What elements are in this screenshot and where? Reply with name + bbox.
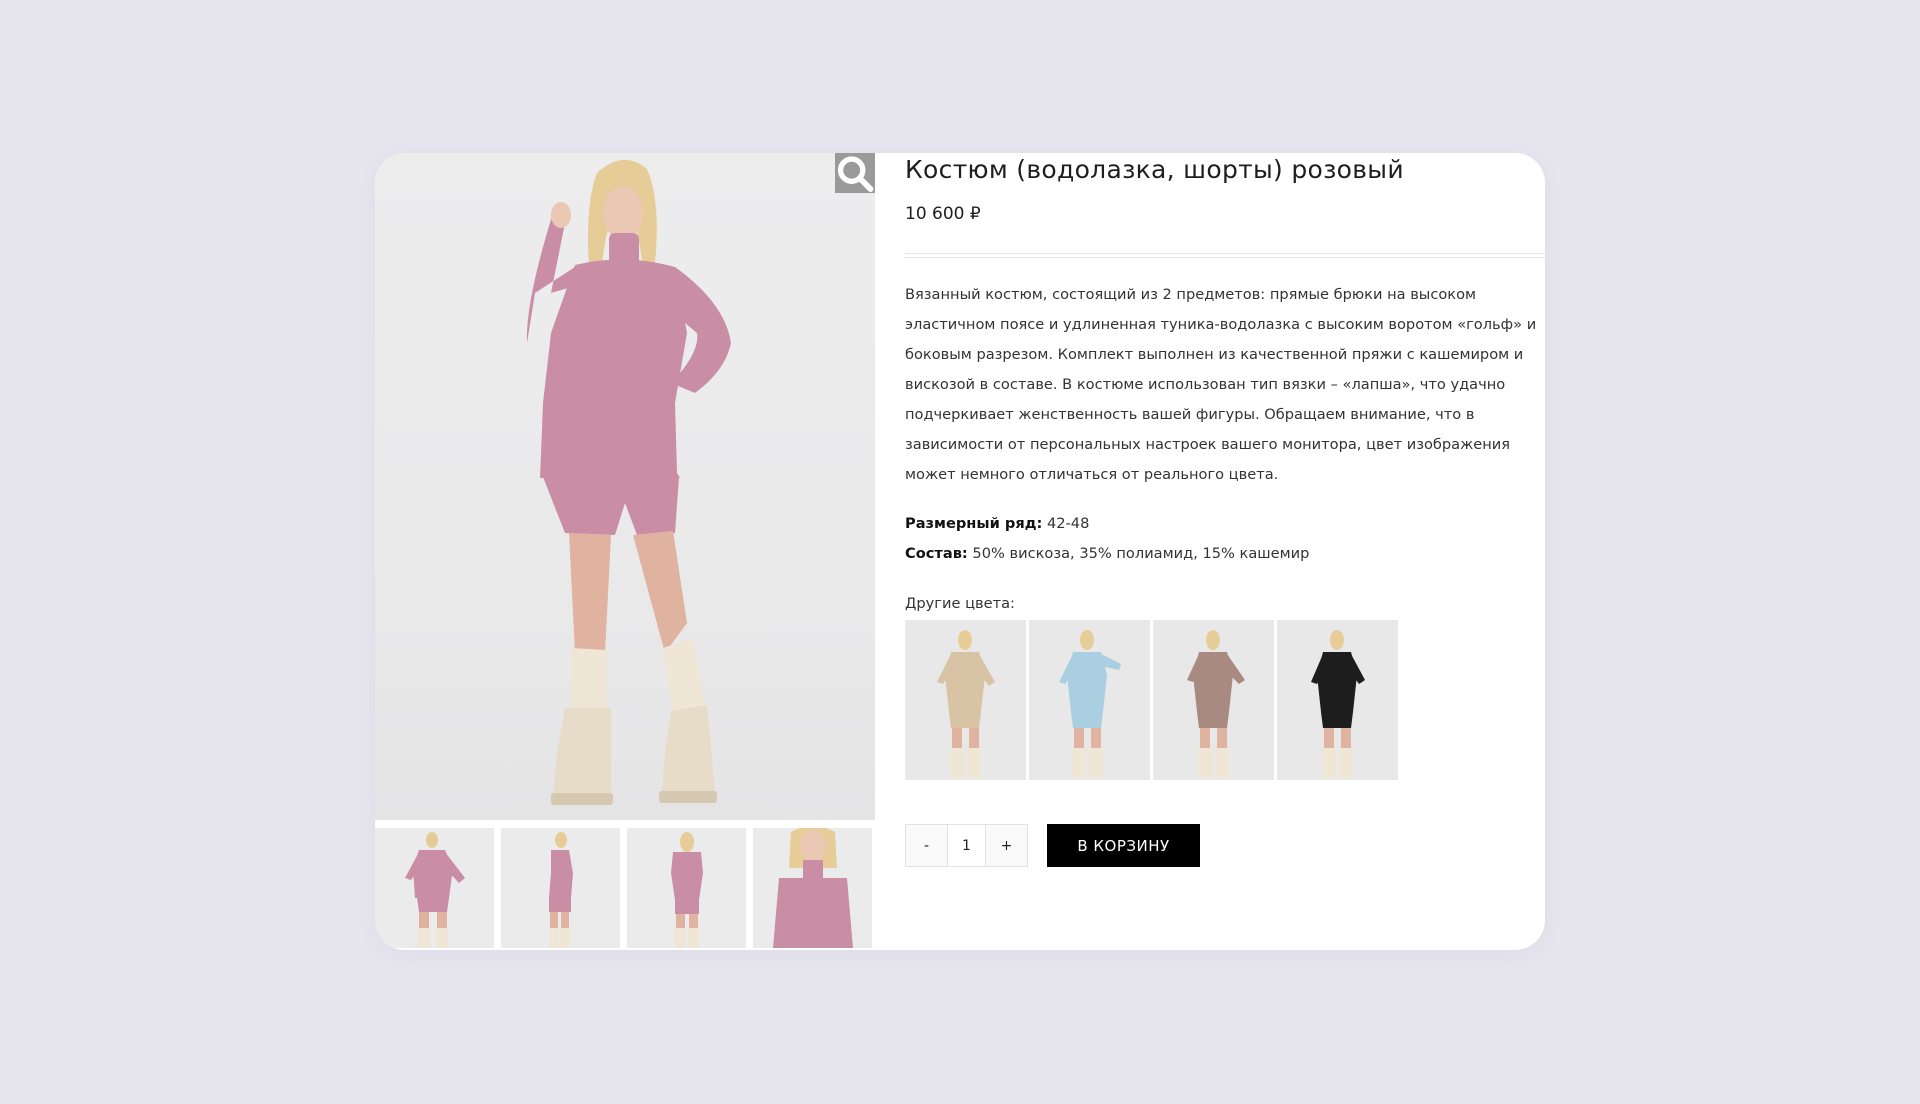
color-variant-light-blue[interactable] [1029,620,1150,780]
thumbnail-side[interactable] [501,828,620,948]
product-gallery [375,153,875,950]
quantity-increase-button[interactable]: + [986,825,1027,866]
product-title: Костюм (водолазка, шорты) розовый [905,155,1404,184]
color-variant-image [1059,630,1121,778]
size-range: Размерный ряд: 42-48 [905,515,1089,532]
color-variant-mocha[interactable] [1153,620,1274,780]
thumbnail-image [549,832,573,948]
product-description: Вязанный костюм, состоящий из 2 предмето… [905,286,1537,483]
size-range-label: Размерный ряд: [905,515,1043,532]
quantity-input[interactable]: 1 [947,825,986,866]
color-variant-image [937,630,995,778]
product-card: Костюм (водолазка, шорты) розовый 10 600… [375,153,1545,950]
quantity-stepper: - 1 + [905,824,1028,867]
color-variant-image [1187,630,1245,778]
thumbnail-front[interactable] [375,828,494,948]
color-variant-image [1311,630,1365,778]
quantity-decrease-button[interactable]: - [906,825,947,866]
thumbnail-back[interactable] [627,828,746,948]
color-variant-black[interactable] [1277,620,1398,780]
product-price: 10 600 ₽ [905,204,981,224]
other-colors [905,620,1398,780]
color-variant-beige[interactable] [905,620,1026,780]
gallery-thumbnails [375,828,875,950]
divider [905,253,1545,258]
thumbnail-closeup[interactable] [753,828,872,948]
model-photo [526,159,731,805]
product-info: Костюм (водолазка, шорты) розовый 10 600… [905,153,1545,950]
composition: Состав: 50% вискоза, 35% полиамид, 15% к… [905,545,1309,562]
thumbnail-image [405,832,465,948]
zoom-button[interactable] [835,153,875,193]
composition-value: 50% вискоза, 35% полиамид, 15% кашемир [967,545,1310,562]
thumbnail-image [671,832,703,948]
composition-label: Состав: [905,545,968,562]
other-colors-label: Другие цвета: [905,595,1015,612]
main-product-photo[interactable] [375,153,875,820]
add-to-cart-button[interactable]: В КОРЗИНУ [1047,824,1200,867]
thumbnail-image [773,828,853,948]
size-range-value: 42-48 [1042,515,1090,532]
search-icon [837,155,874,192]
